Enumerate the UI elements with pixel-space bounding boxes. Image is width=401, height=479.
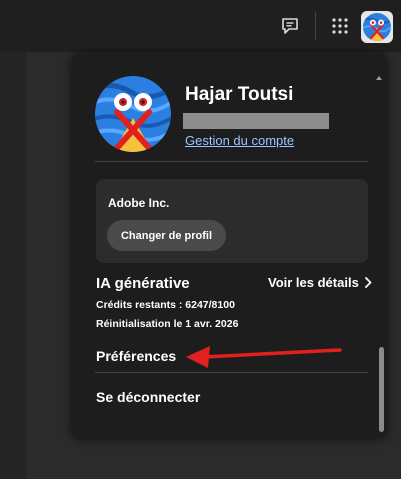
annotation-arrow: [186, 346, 342, 368]
